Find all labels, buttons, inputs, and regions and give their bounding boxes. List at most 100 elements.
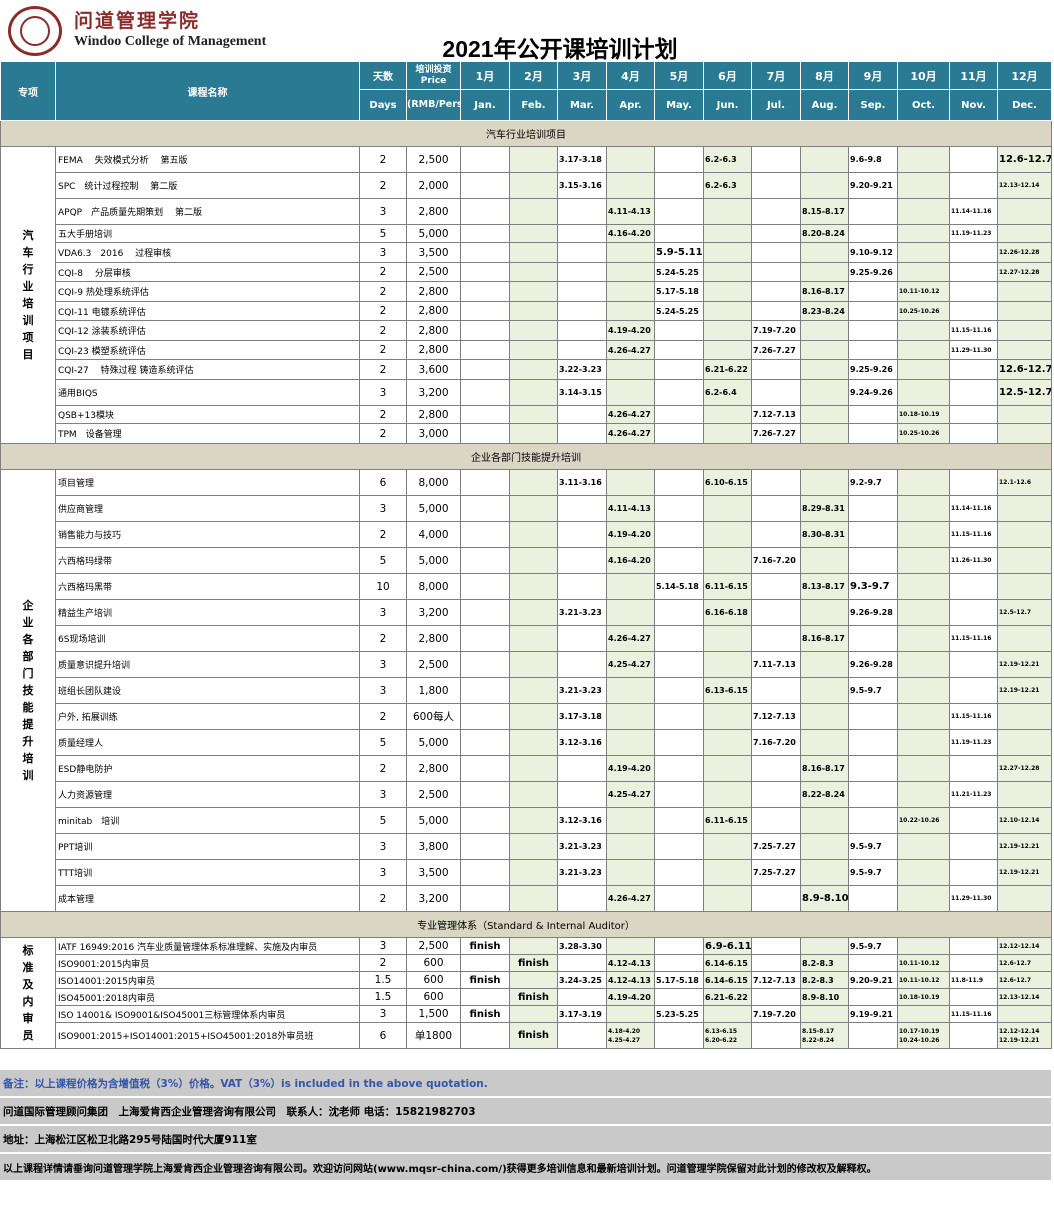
schedule-cell: 11.15-11.16 (949, 320, 998, 341)
course-row: 六西格玛黑带 10 8,000 5.14-5.18 6.11-6.15 8.13-8.17… (1, 573, 1052, 600)
schedule-cell: 8.16-8.17 (800, 281, 849, 302)
schedule-cell (848, 224, 898, 243)
course-price: 2,500 (406, 781, 461, 808)
schedule-cell (897, 262, 950, 282)
course-price: 2,000 (406, 172, 461, 199)
course-price: 2,500 (406, 937, 461, 955)
schedule-cell: 5.9-5.11 (654, 242, 704, 263)
schedule-cell: 3.17-3.18 (557, 146, 607, 173)
schedule-cell (848, 423, 898, 444)
course-row: 五大手册培训 5 5,000 4.16-4.20 8.20-8.24 11.19-11.2… (1, 224, 1052, 243)
schedule-cell: 9.5-9.7 (848, 833, 898, 860)
schedule-cell: 11.15-11.16 (949, 703, 998, 730)
schedule-cell (949, 405, 998, 424)
schedule-cell (703, 1005, 752, 1023)
col-course-name: 课程名称 (55, 61, 360, 121)
schedule-cell (654, 172, 704, 199)
schedule-cell (949, 469, 998, 496)
schedule-cell (751, 379, 801, 406)
month-en: Jun. (703, 89, 752, 121)
course-price: 2,800 (406, 301, 461, 321)
course-price: 3,200 (406, 599, 461, 626)
course-row: TTT培训 3 3,500 3.21-3.23 7.25-7.27 9.5-9.7 12.1… (1, 859, 1052, 886)
course-name: ISO 14001& ISO9001&ISO45001三标管理体系内审员 (55, 1005, 360, 1023)
schedule-cell: 4.19-4.20 (606, 755, 655, 782)
schedule-cell (460, 573, 510, 600)
course-days: 3 (359, 198, 407, 225)
schedule-cell (897, 937, 950, 955)
course-name: APQP 产品质量先期策划 第二版 (55, 198, 360, 225)
schedule-cell (848, 954, 898, 972)
month-en: Jul. (751, 89, 801, 121)
schedule-cell: 9.5-9.7 (848, 677, 898, 704)
schedule-cell (751, 625, 801, 652)
schedule-cell (606, 859, 655, 886)
course-row: ISO 14001& ISO9001&ISO45001三标管理体系内审员 3 1,5… (1, 1005, 1052, 1023)
schedule-cell (949, 146, 998, 173)
schedule-cell (460, 146, 510, 173)
schedule-cell (848, 320, 898, 341)
schedule-cell (654, 859, 704, 886)
schedule-cell (848, 988, 898, 1006)
schedule-cell (751, 198, 801, 225)
schedule-cell (460, 729, 510, 756)
schedule-cell: 7.25-7.27 (751, 859, 801, 886)
schedule-cell (800, 359, 849, 380)
schedule-cell: 4.26-4.27 (606, 625, 655, 652)
course-name: 六西格玛绿带 (55, 547, 360, 574)
course-price: 2,500 (406, 146, 461, 173)
schedule-cell (509, 521, 558, 548)
course-price: 5,000 (406, 547, 461, 574)
month-en: Oct. (897, 89, 950, 121)
schedule-cell (509, 495, 558, 522)
schedule-cell (557, 781, 607, 808)
schedule-cell (800, 405, 849, 424)
page-title: 2021年公开课培训计划 (442, 36, 678, 62)
schedule-cell (460, 547, 510, 574)
course-row: 企业各部门技能提升培训 项目管理 6 8,000 3.11-3.16 6.10-6.15 9… (0, 469, 1052, 912)
schedule-cell (606, 281, 655, 302)
schedule-cell (460, 703, 510, 730)
course-row: 销售能力与技巧 2 4,000 4.19-4.20 8.30-8.31 11.15-11.… (1, 521, 1052, 548)
schedule-cell (897, 198, 950, 225)
schedule-cell (606, 262, 655, 282)
schedule-cell (800, 547, 849, 574)
month-en: Nov. (949, 89, 998, 121)
course-row: ESD静电防护 2 2,800 4.19-4.20 8.16-8.17 12.27-12.… (1, 755, 1052, 782)
schedule-cell: 10.17-10.19 10.24-10.26 (897, 1022, 950, 1049)
schedule-cell: 9.2-9.7 (848, 469, 898, 496)
schedule-cell (897, 677, 950, 704)
schedule-cell (897, 833, 950, 860)
schedule-cell (606, 469, 655, 496)
schedule-cell (949, 423, 998, 444)
schedule-cell (751, 359, 801, 380)
course-name: 成本管理 (55, 885, 360, 912)
schedule-cell (997, 423, 1052, 444)
schedule-cell (949, 807, 998, 834)
schedule-cell (848, 521, 898, 548)
schedule-cell (509, 262, 558, 282)
schedule-cell (997, 885, 1052, 912)
schedule-cell (800, 703, 849, 730)
course-row: VDA6.3 2016 过程审核 3 3,500 5.9-5.11 9.10-9.12 1… (1, 242, 1052, 263)
schedule-cell (897, 359, 950, 380)
schedule-cell (897, 859, 950, 886)
schedule-cell (509, 359, 558, 380)
schedule-cell (654, 807, 704, 834)
schedule-cell (997, 495, 1052, 522)
schedule-cell: 8.15-8.17 (800, 198, 849, 225)
schedule-cell (949, 242, 998, 263)
schedule-cell (557, 521, 607, 548)
schedule-cell (606, 172, 655, 199)
course-days: 3 (359, 859, 407, 886)
schedule-cell: 3.11-3.16 (557, 469, 607, 496)
schedule-cell: 3.12-3.16 (557, 729, 607, 756)
schedule-cell: 7.26-7.27 (751, 340, 801, 360)
schedule-cell: 12.13-12.14 (997, 988, 1052, 1006)
course-days: 3 (359, 781, 407, 808)
schedule-cell: 4.26-4.27 (606, 405, 655, 424)
course-days: 5 (359, 807, 407, 834)
schedule-cell (509, 971, 558, 989)
course-price: 1,800 (406, 677, 461, 704)
schedule-cell (897, 146, 950, 173)
